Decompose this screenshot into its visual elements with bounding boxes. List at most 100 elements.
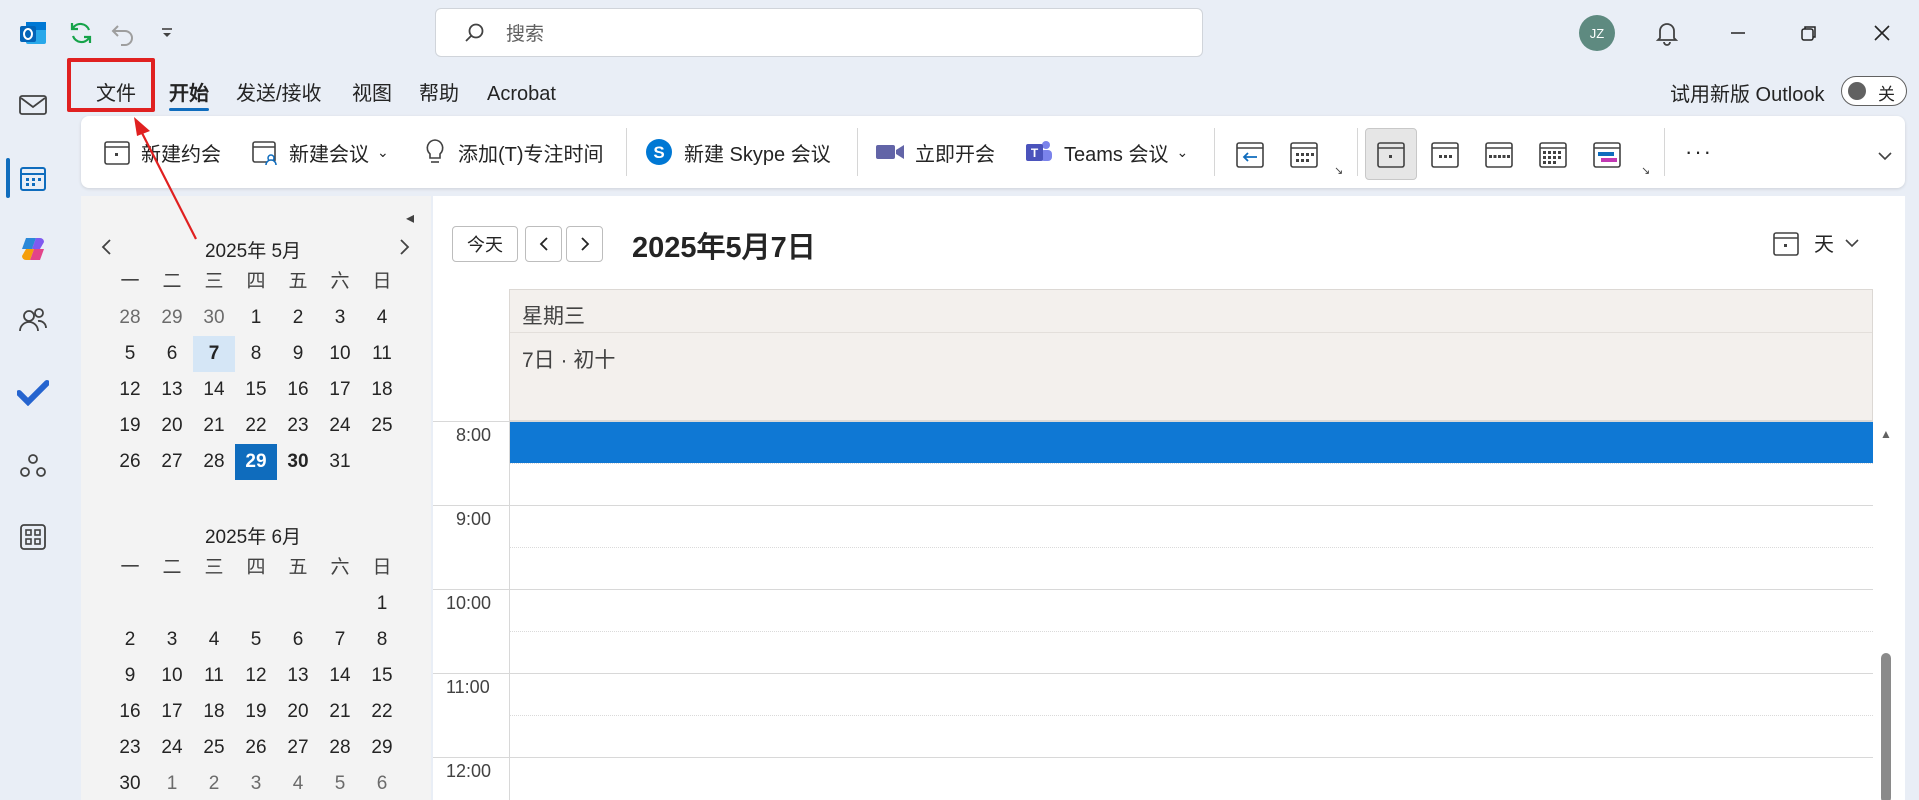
restore-icon[interactable] — [1789, 15, 1829, 51]
dialog-launcher-icon[interactable]: ↘ — [1334, 164, 1343, 177]
tab-acrobat[interactable]: Acrobat — [487, 80, 556, 108]
calendar-day[interactable]: 8 — [361, 622, 403, 658]
search-box[interactable]: 搜索 — [435, 8, 1203, 57]
expand-ribbon-icon[interactable] — [1877, 134, 1893, 178]
minimize-icon[interactable] — [1718, 15, 1758, 51]
tab-send-receive[interactable]: 发送/接收 — [236, 80, 322, 108]
new-appointment-button[interactable]: 新建约会 — [103, 130, 221, 174]
calendar-day[interactable]: 6 — [277, 622, 319, 658]
copilot-icon[interactable] — [14, 230, 52, 268]
sync-icon[interactable] — [66, 16, 96, 50]
calendar-day[interactable]: 17 — [151, 694, 193, 730]
try-new-outlook-toggle[interactable]: 关 — [1841, 76, 1907, 106]
teams-meeting-button[interactable]: T Teams 会议 ⌄ — [1024, 130, 1188, 174]
work-week-view-icon[interactable] — [1419, 128, 1471, 180]
chevron-down-icon[interactable]: ⌄ — [1176, 144, 1188, 161]
calendar-day[interactable]: 6 — [361, 766, 403, 800]
calendar-day[interactable]: 28 — [193, 444, 235, 480]
calendar-day[interactable]: 31 — [319, 444, 361, 480]
chevron-down-icon[interactable]: ⌄ — [377, 144, 389, 161]
calendar-day[interactable]: 3 — [235, 766, 277, 800]
calendar-day[interactable]: 30 — [193, 300, 235, 336]
calendar-day[interactable]: 4 — [277, 766, 319, 800]
tab-help[interactable]: 帮助 — [419, 80, 459, 108]
calendar-day[interactable]: 13 — [151, 372, 193, 408]
scrollbar-thumb[interactable] — [1881, 653, 1891, 800]
collapse-panel-icon[interactable]: ◂ — [406, 208, 414, 228]
calendar-day[interactable]: 24 — [151, 730, 193, 766]
calendar-day[interactable]: 10 — [319, 336, 361, 372]
apps-icon[interactable] — [14, 518, 52, 556]
calendar-day[interactable]: 11 — [193, 658, 235, 694]
calendar-day[interactable]: 4 — [361, 300, 403, 336]
calendar-day[interactable]: 7 — [193, 336, 235, 372]
calendar-day[interactable]: 27 — [277, 730, 319, 766]
tab-view[interactable]: 视图 — [352, 80, 392, 108]
close-icon[interactable] — [1862, 15, 1902, 51]
calendar-day[interactable]: 14 — [319, 658, 361, 694]
calendar-day[interactable]: 29 — [361, 730, 403, 766]
groups-icon[interactable] — [14, 447, 52, 485]
calendar-day[interactable]: 5 — [319, 766, 361, 800]
people-icon[interactable] — [14, 301, 52, 339]
day-view-icon[interactable] — [1365, 128, 1417, 180]
calendar-day[interactable]: 20 — [151, 408, 193, 444]
calendar-day[interactable]: 3 — [319, 300, 361, 336]
add-focus-time-button[interactable]: 添加(T)专注时间 — [422, 130, 604, 174]
calendar-day[interactable]: 2 — [109, 622, 151, 658]
month-view-icon[interactable] — [1527, 128, 1579, 180]
undo-icon[interactable] — [108, 16, 138, 50]
calendar-day[interactable]: 29 — [235, 444, 277, 480]
calendar-day[interactable]: 12 — [109, 372, 151, 408]
view-switcher[interactable]: 天 — [1772, 228, 1860, 257]
next-7-days-icon[interactable] — [1278, 128, 1330, 180]
calendar-day[interactable]: 18 — [361, 372, 403, 408]
calendar-day[interactable]: 7 — [319, 622, 361, 658]
calendar-day[interactable]: 1 — [235, 300, 277, 336]
calendar-day[interactable]: 9 — [277, 336, 319, 372]
calendar-day[interactable]: 22 — [235, 408, 277, 444]
schedule-view-icon[interactable] — [1581, 128, 1633, 180]
next-day-button[interactable] — [566, 226, 603, 262]
calendar-day[interactable]: 5 — [109, 336, 151, 372]
calendar-day[interactable]: 19 — [109, 408, 151, 444]
calendar-day[interactable]: 4 — [193, 622, 235, 658]
calendar-day[interactable]: 30 — [277, 444, 319, 480]
go-to-today-icon[interactable] — [1224, 128, 1276, 180]
calendar-day[interactable]: 16 — [277, 372, 319, 408]
calendar-day[interactable]: 21 — [193, 408, 235, 444]
prev-month-icon[interactable] — [100, 238, 114, 256]
calendar-day[interactable]: 22 — [361, 694, 403, 730]
meet-now-button[interactable]: 立即开会 — [875, 130, 995, 174]
calendar-day[interactable]: 18 — [193, 694, 235, 730]
calendar-day[interactable]: 26 — [235, 730, 277, 766]
calendar-day[interactable]: 2 — [277, 300, 319, 336]
calendar-day[interactable]: 6 — [151, 336, 193, 372]
calendar-day[interactable]: 1 — [151, 766, 193, 800]
calendar-day[interactable]: 30 — [109, 766, 151, 800]
calendar-day[interactable]: 9 — [109, 658, 151, 694]
calendar-day[interactable]: 19 — [235, 694, 277, 730]
calendar-day[interactable]: 23 — [109, 730, 151, 766]
calendar-day[interactable]: 11 — [361, 336, 403, 372]
calendar-day[interactable]: 24 — [319, 408, 361, 444]
calendar-day[interactable]: 25 — [193, 730, 235, 766]
calendar-icon[interactable] — [14, 159, 52, 197]
today-button[interactable]: 今天 — [452, 226, 518, 262]
bell-icon[interactable] — [1647, 15, 1687, 51]
calendar-day[interactable]: 1 — [361, 586, 403, 622]
todo-icon[interactable] — [14, 374, 52, 412]
calendar-day[interactable]: 20 — [277, 694, 319, 730]
avatar[interactable]: JZ — [1579, 15, 1615, 51]
calendar-day[interactable]: 15 — [361, 658, 403, 694]
calendar-day[interactable]: 28 — [109, 300, 151, 336]
week-view-icon[interactable] — [1473, 128, 1525, 180]
next-month-icon[interactable] — [397, 238, 411, 256]
calendar-day[interactable]: 12 — [235, 658, 277, 694]
scroll-up-icon[interactable]: ▲ — [1880, 427, 1892, 441]
calendar-day[interactable]: 23 — [277, 408, 319, 444]
tab-home[interactable]: 开始 — [169, 80, 209, 111]
calendar-day[interactable]: 29 — [151, 300, 193, 336]
calendar-day[interactable]: 10 — [151, 658, 193, 694]
calendar-event-block[interactable] — [510, 422, 1873, 463]
